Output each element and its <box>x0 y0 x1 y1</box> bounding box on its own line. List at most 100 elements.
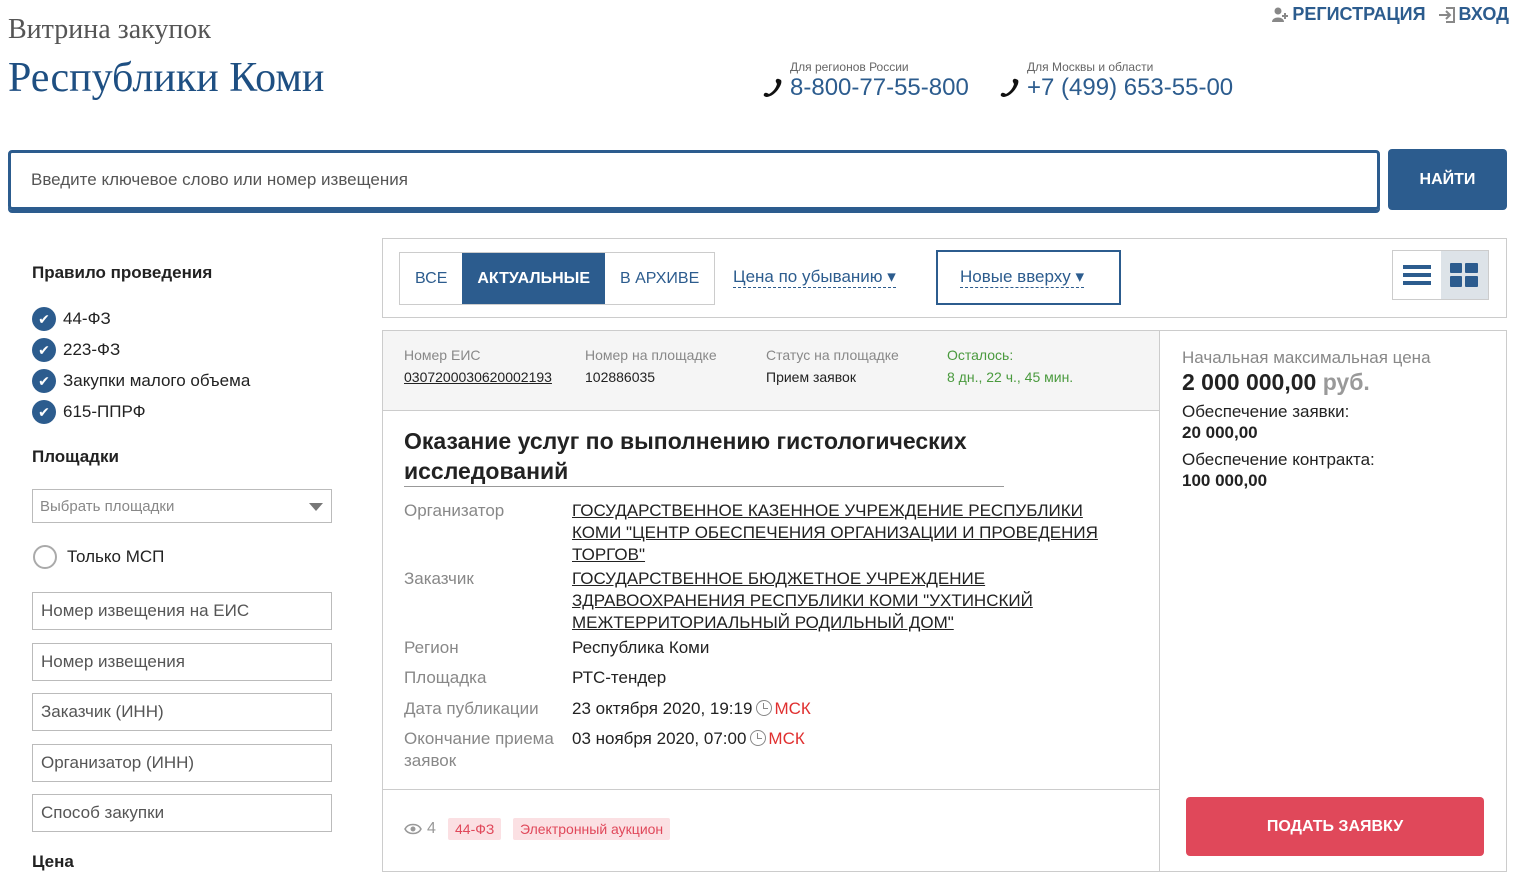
auth-links: РЕГИСТРАЦИЯ ВХОД <box>1271 4 1509 25</box>
law-badge: 44-ФЗ <box>448 818 502 840</box>
rule-label: Закупки малого объема <box>63 371 251 390</box>
platforms-heading: Площадки <box>32 447 119 466</box>
rule-checkbox-small[interactable]: ✔ Закупки малого объема <box>32 369 250 393</box>
remaining-value: 8 дн., 22 ч., 45 мин. <box>947 369 1074 385</box>
search-box <box>8 150 1380 210</box>
rule-label: 223-ФЗ <box>63 340 121 359</box>
tender-card: Номер ЕИС 0307200030620002193 Номер на п… <box>382 330 1507 872</box>
phone-icon <box>1000 78 1019 97</box>
region-label: Регион <box>404 638 459 657</box>
price-label: Начальная максимальная цена <box>1182 348 1431 367</box>
clock-icon <box>756 700 773 716</box>
rule-label: 44-ФЗ <box>63 309 111 328</box>
procurement-method-input[interactable] <box>33 795 331 831</box>
submit-bid-button[interactable]: ПОДАТЬ ЗАЯВКУ <box>1186 797 1484 856</box>
logo-line-2: Республики Коми <box>8 55 325 101</box>
tender-title[interactable]: Оказание услуг по выполнению гистологиче… <box>404 426 1004 487</box>
tender-meta: Номер ЕИС 0307200030620002193 Номер на п… <box>383 331 1159 411</box>
phone-moscow-number[interactable]: +7 (499) 653-55-00 <box>1027 74 1233 102</box>
phone-regions: Для регионов России 8-800-77-55-800 <box>760 60 969 102</box>
organizer-link[interactable]: ГОСУДАРСТВЕННОЕ КАЗЕННОЕ УЧРЕЖДЕНИЕ РЕСП… <box>572 500 1102 566</box>
contract-security-value: 100 000,00 <box>1182 471 1268 490</box>
radio-circle <box>33 545 57 569</box>
platform-number-label: Номер на площадке <box>585 347 717 363</box>
register-link[interactable]: РЕГИСТРАЦИЯ <box>1271 4 1426 25</box>
clock-icon <box>750 730 767 746</box>
msp-only-radio[interactable]: Только МСП <box>33 545 164 569</box>
platform-status: Статус на площадке Прием заявок <box>766 347 899 385</box>
phone-icon <box>763 78 782 97</box>
search-input[interactable] <box>11 153 1377 207</box>
bid-security-value: 20 000,00 <box>1182 423 1258 442</box>
rules-heading: Правило проведения <box>32 263 213 282</box>
customer-link[interactable]: ГОСУДАРСТВЕННОЕ БЮДЖЕТНОЕ УЧРЕЖДЕНИЕ ЗДР… <box>572 568 1102 634</box>
rule-checkbox-223fz[interactable]: ✔ 223-ФЗ <box>32 338 120 362</box>
results-toolbar: ВСЕ АКТУАЛЬНЫЕ В АРХИВЕ Цена по убыванию… <box>382 238 1507 318</box>
views-count: 4 <box>427 820 436 837</box>
eis-number-field <box>32 592 332 630</box>
customer-inn-field <box>32 693 332 731</box>
tender-card-footer: 4 44-ФЗ Электронный аукцион <box>383 789 1159 871</box>
end-date-value: 03 ноября 2020, 07:00 <box>572 729 747 748</box>
customer-inn-input[interactable] <box>33 694 331 730</box>
sort-date-label: Новые вверху ▾ <box>960 267 1085 288</box>
tender-card-main: Номер ЕИС 0307200030620002193 Номер на п… <box>383 331 1160 871</box>
platforms-select-label: Выбрать площадки <box>40 498 175 515</box>
rule-checkbox-615[interactable]: ✔ 615-ППРФ <box>32 400 146 424</box>
grid-view-button[interactable] <box>1440 251 1488 299</box>
sort-date-dropdown[interactable]: Новые вверху ▾ <box>936 250 1121 305</box>
find-button[interactable]: НАЙТИ <box>1388 149 1507 210</box>
end-date: 03 ноября 2020, 07:00 МСК <box>572 728 1102 750</box>
sort-price-dropdown[interactable]: Цена по убыванию ▾ <box>733 267 896 288</box>
checkmark-icon: ✔ <box>32 307 56 331</box>
phone-moscow-caption: Для Москвы и области <box>1027 60 1154 74</box>
checkmark-icon: ✔ <box>32 369 56 393</box>
login-icon <box>1438 6 1455 23</box>
organizer-inn-input[interactable] <box>33 745 331 781</box>
timezone-label: МСК <box>774 699 811 718</box>
grid-icon <box>1450 263 1479 287</box>
price-currency: руб. <box>1322 369 1370 395</box>
list-icon <box>1402 265 1431 285</box>
views-counter: 4 <box>404 820 436 838</box>
register-label: РЕГИСТРАЦИЯ <box>1292 4 1426 24</box>
tab-all[interactable]: ВСЕ <box>400 253 462 304</box>
eis-link[interactable]: 0307200030620002193 <box>404 369 552 385</box>
login-link[interactable]: ВХОД <box>1438 4 1509 25</box>
customer-label: Заказчик <box>404 569 474 588</box>
eye-icon <box>404 823 422 835</box>
status-label: Статус на площадке <box>766 347 899 363</box>
end-date-label: Окончание приема заявок <box>404 729 554 770</box>
notice-number-input[interactable] <box>33 644 331 680</box>
tender-card-price: Начальная максимальная цена 2 000 000,00… <box>1161 331 1507 871</box>
phone-moscow: Для Москвы и области +7 (499) 653-55-00 <box>997 60 1233 102</box>
view-switcher <box>1392 250 1489 300</box>
tab-actual[interactable]: АКТУАЛЬНЫЕ <box>462 253 605 304</box>
procedure-type-badge: Электронный аукцион <box>513 818 671 840</box>
platform-value: РТС-тендер <box>572 668 667 687</box>
notice-number-field <box>32 643 332 681</box>
pub-date: 23 октября 2020, 19:19 МСК <box>572 698 1102 720</box>
phone-regions-caption: Для регионов России <box>790 60 909 74</box>
checkmark-icon: ✔ <box>32 400 56 424</box>
pub-date-value: 23 октября 2020, 19:19 <box>572 699 753 718</box>
list-view-button[interactable] <box>1393 251 1441 299</box>
platform-label: Площадка <box>404 668 487 687</box>
price-value: 2 000 000,00 <box>1182 369 1317 395</box>
chevron-down-icon <box>309 503 323 511</box>
pub-date-label: Дата публикации <box>404 699 539 718</box>
phone-regions-number[interactable]: 8-800-77-55-800 <box>790 74 969 102</box>
tab-archive[interactable]: В АРХИВЕ <box>605 253 714 304</box>
eis-number-input[interactable] <box>33 593 331 629</box>
status-value: Прием заявок <box>766 369 856 385</box>
rule-checkbox-44fz[interactable]: ✔ 44-ФЗ <box>32 307 111 331</box>
platforms-select[interactable]: Выбрать площадки <box>32 489 332 523</box>
remaining-label: Осталось: <box>947 347 1014 363</box>
price-heading: Цена <box>32 852 74 871</box>
eis-label: Номер ЕИС <box>404 347 481 363</box>
status-tabs: ВСЕ АКТУАЛЬНЫЕ В АРХИВЕ <box>399 252 716 305</box>
logo-line-1: Витрина закупок <box>8 14 211 45</box>
platform-number-value: 102886035 <box>585 369 656 385</box>
platform-number: Номер на площадке 102886035 <box>585 347 717 385</box>
procurement-method-field <box>32 794 332 832</box>
